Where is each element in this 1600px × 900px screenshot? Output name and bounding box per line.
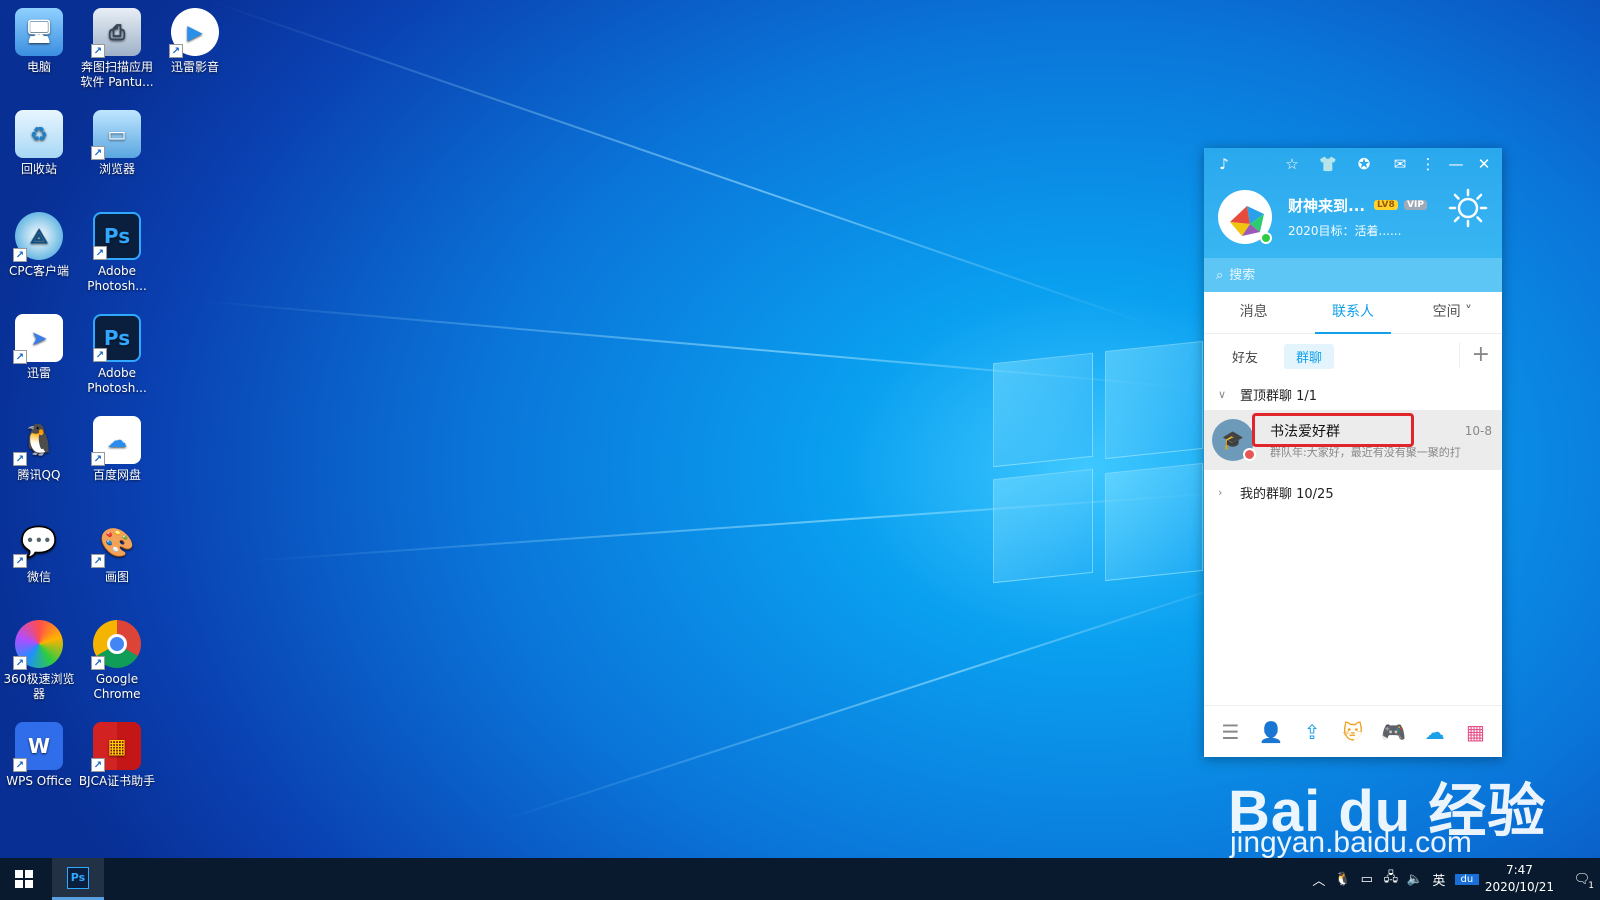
main-tabs: 消息 联系人 空间 ˅ (1204, 292, 1502, 334)
network-icon[interactable]: 🖧 (1379, 868, 1403, 890)
desktop-icon-photoshop-1[interactable]: Ps ↗ Adobe Photosh... (78, 212, 156, 294)
weather-sun-icon[interactable] (1448, 188, 1488, 228)
chevron-down-icon: ∨ (1218, 387, 1227, 401)
close-icon[interactable]: ✕ (1472, 152, 1496, 176)
notification-icon[interactable]: 🗨 1 (1564, 872, 1600, 891)
desktop-icon-pantum-scanner[interactable]: ⎙ ↗ 奔图扫描应用软件 Pantu... (78, 8, 156, 90)
notification-count: 1 (1588, 880, 1594, 891)
wps-icon: W ↗ (13, 722, 63, 772)
group-section-pinned[interactable]: ∨ 置顶群聊 1/1 (1204, 378, 1502, 410)
desktop-icon-recycle-bin[interactable]: ♻ 回收站 (0, 110, 78, 177)
desktop-icon-xunlei[interactable]: ➤ ↗ 迅雷 (0, 314, 78, 381)
nickname[interactable]: 财神来到... (1288, 195, 1365, 216)
photoshop-icon: Ps (67, 866, 89, 889)
volume-icon[interactable]: 🔈 (1403, 872, 1427, 887)
chrome-icon: ↗ (91, 620, 141, 670)
desktop-icon-qq[interactable]: 🐧 ↗ 腾讯QQ (0, 416, 78, 483)
subtab-friends[interactable]: 好友 (1220, 344, 1270, 369)
taskbar: Ps ︿ 🐧 ▭ 🖧 🔈 英 du 7:47 2020/10/21 🗨 1 (0, 858, 1600, 900)
xunlei-icon: ➤ ↗ (13, 314, 63, 364)
desktop-icon-photoshop-2[interactable]: Ps ↗ Adobe Photosh... (78, 314, 156, 396)
scanner-icon: ⎙ ↗ (91, 8, 141, 58)
bjca-icon: ▦ ↗ (91, 722, 141, 772)
add-contact-icon[interactable]: 👤 (1257, 718, 1285, 746)
watermark-url: jingyan.baidu.com (1230, 826, 1472, 859)
cloud-icon[interactable]: ☁ (1421, 718, 1449, 746)
apps-grid-icon[interactable]: ▦ (1461, 718, 1489, 746)
chevron-up-icon[interactable]: ︿ (1307, 870, 1331, 889)
start-button[interactable] (0, 858, 48, 900)
tab-qzone[interactable]: 空间 ˅ (1403, 292, 1502, 333)
group-section-label: 置顶群聊 1/1 (1240, 388, 1318, 404)
desktop-icon-xunlei-player[interactable]: ▶ ↗ 迅雷影音 (156, 8, 234, 75)
taskbar-photoshop[interactable]: Ps (52, 858, 104, 900)
add-plus-icon[interactable]: + (1458, 342, 1490, 368)
level-badge[interactable]: LV8 (1374, 200, 1398, 210)
medal-icon[interactable]: ✪ (1352, 152, 1376, 176)
desktop-icon-browser[interactable]: ▭ ↗ 浏览器 (78, 110, 156, 177)
xunlei-player-icon: ▶ ↗ (169, 8, 219, 58)
star-icon[interactable]: ☆ (1280, 152, 1304, 176)
contact-subtabs: 好友 群聊 + (1204, 334, 1502, 378)
desktop-icon-baidu-netdisk[interactable]: ☁ ↗ 百度网盘 (78, 416, 156, 483)
vip-badge[interactable]: VIP (1404, 200, 1427, 210)
menu-icon[interactable]: ☰ (1216, 718, 1244, 746)
cpc-client-icon: ⟁ ↗ (13, 212, 63, 262)
windows-logo-wallpaper (993, 328, 1203, 598)
highlight-box (1252, 413, 1414, 447)
desktop-icon-chrome[interactable]: ↗ Google Chrome (78, 620, 156, 702)
skin-shirt-icon[interactable]: 👕 (1316, 152, 1340, 176)
recycle-bin-icon: ♻ (15, 110, 63, 158)
search-icon: ⌕ (1216, 267, 1224, 283)
minimize-icon[interactable]: — (1444, 152, 1468, 176)
photoshop-icon: Ps ↗ (93, 314, 141, 362)
desktop-icon-360-browser[interactable]: ↗ 360极速浏览器 (0, 620, 78, 702)
baidu-input-icon[interactable]: du (1454, 873, 1479, 885)
qq-main-panel: ♪ ☆ 👕 ✪ ✉ ⋮ — ✕ 财神来到... LV8 VIP 2020目标：活… (1204, 148, 1502, 757)
qq-title-bar: ♪ ☆ 👕 ✪ ✉ ⋮ — ✕ (1212, 152, 1496, 176)
desktop-icon-wechat[interactable]: 💬 ↗ 微信 (0, 518, 78, 585)
more-icon[interactable]: ⋮ (1416, 152, 1440, 176)
windows-start-icon (15, 870, 33, 888)
battery-icon[interactable]: ▭ (1355, 872, 1379, 887)
baidu-netdisk-icon: ☁ ↗ (91, 416, 141, 466)
desktop-icon-paint[interactable]: 🎨 ↗ 画图 (78, 518, 156, 585)
wechat-icon: 💬 ↗ (13, 518, 63, 568)
online-status-dot[interactable] (1260, 232, 1272, 244)
tab-messages[interactable]: 消息 (1204, 292, 1303, 333)
last-message-time: 10-8 (1464, 424, 1492, 438)
group-section-label: 我的群聊 10/25 (1240, 486, 1334, 502)
chevron-right-icon: › (1218, 485, 1223, 499)
browser-icon: ▭ ↗ (91, 110, 141, 160)
search-bar[interactable]: ⌕ (1204, 258, 1502, 292)
desktop-icon-wps[interactable]: W ↗ WPS Office (0, 722, 78, 789)
360-browser-icon: ↗ (13, 620, 63, 670)
clock-date: 2020/10/21 (1484, 880, 1554, 894)
subtab-groups[interactable]: 群聊 (1284, 343, 1335, 369)
desktop-icon-computer[interactable]: 🖥 电脑 (0, 8, 78, 75)
photoshop-icon: Ps ↗ (93, 212, 141, 260)
tab-contacts[interactable]: 联系人 (1303, 292, 1402, 334)
desktop-icon-cpc-client[interactable]: ⟁ ↗ CPC客户端 (0, 212, 78, 279)
system-tray: ︿ 🐧 ▭ 🖧 🔈 英 du 7:47 2020/10/21 🗨 1 (1307, 858, 1600, 900)
desktop-icon-bjca[interactable]: ▦ ↗ BJCA证书助手 (78, 722, 156, 789)
qq-tray-icon[interactable]: 🐧 (1331, 872, 1355, 887)
list-item[interactable]: 🎓 书法爱好群 10-8 群队年:大家好，最近有没有聚一聚的打 (1204, 410, 1502, 470)
group-section-mine[interactable]: › 我的群聊 10/25 (1204, 476, 1502, 508)
unread-dot (1243, 448, 1256, 461)
paint-icon: 🎨 ↗ (91, 518, 141, 568)
qq-icon: 🐧 ↗ (13, 416, 63, 466)
qq-header: ♪ ☆ 👕 ✪ ✉ ⋮ — ✕ 财神来到... LV8 VIP 2020目标：活… (1204, 148, 1502, 258)
search-input[interactable] (1229, 267, 1470, 283)
mail-icon[interactable]: ✉ (1388, 152, 1412, 176)
signature[interactable]: 2020目标：活着...... (1288, 222, 1401, 239)
clock-time: 7:47 (1505, 863, 1533, 877)
computer-icon: 🖥 (15, 8, 63, 56)
group-avatar: 🎓 (1212, 419, 1256, 461)
clock[interactable]: 7:47 2020/10/21 (1485, 862, 1554, 896)
qq-logo-icon: ♪ (1219, 155, 1229, 173)
input-method[interactable]: 英 (1427, 870, 1451, 889)
